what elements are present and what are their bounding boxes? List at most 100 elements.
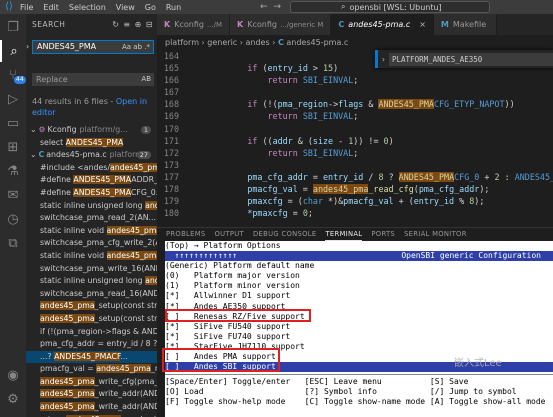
line-number: 181 <box>157 219 179 220</box>
result-match[interactable]: switchcase_pma_read_16(ANDES... <box>26 288 157 301</box>
match-prefix: #define <box>40 187 74 197</box>
testing-icon[interactable]: ⚗ <box>0 160 26 182</box>
timeline-icon[interactable]: ◷ <box>0 208 26 230</box>
code-editor[interactable]: 164 165 if (entry_id > 15) 166 return SBI_… <box>157 50 553 220</box>
match-suffix: _setup(const struc... <box>94 313 157 323</box>
result-match[interactable]: return andes45_pma_read_addr(... <box>26 414 157 417</box>
code-token: ( <box>257 63 268 74</box>
settings-gear-icon[interactable]: ⚙ <box>0 388 26 410</box>
breadcrumb-andes[interactable]: andes <box>246 38 270 47</box>
explorer-icon[interactable]: ❐ <box>0 16 26 38</box>
result-match[interactable]: switchcase_pma_write_16(ANDES... <box>26 263 157 276</box>
panel-tab-debug-console[interactable]: DEBUG CONSOLE <box>253 228 316 241</box>
breadcrumb-generic[interactable]: generic <box>207 38 237 47</box>
menuconfig-option[interactable]: (Generic) Platform default name <box>165 261 553 271</box>
code-token: = <box>307 171 323 182</box>
match-highlight: andes45_pma <box>96 364 151 374</box>
panel-tab-output[interactable]: OUTPUT <box>215 228 245 241</box>
code-token: pma_region <box>277 99 329 110</box>
result-match[interactable]: pmacfg_val = andes45_pma_rea... <box>26 363 157 376</box>
menu-edit[interactable]: Edit <box>43 3 59 12</box>
search-activity-icon[interactable]: ⌕ <box>0 40 26 62</box>
menuconfig-option[interactable]: [*] SiFive FU540 support <box>165 322 553 332</box>
line-number: 180 <box>163 208 179 219</box>
menu-file[interactable]: File <box>20 3 33 12</box>
line-number: 171 <box>163 135 179 146</box>
panel-tab-ports[interactable]: PORTS <box>371 228 395 241</box>
menu-selection[interactable]: Selection <box>69 3 106 12</box>
result-match[interactable]: switchcase_pma_cfg_write_2(AN <box>26 237 157 250</box>
source-control-icon[interactable]: ⑂ 44 <box>0 64 26 86</box>
editor-tab[interactable]: K Kconfig .../M <box>157 14 231 35</box>
search-options[interactable]: Aa ab .* <box>122 41 150 53</box>
toggle-replace-chevron-icon[interactable]: › <box>26 42 29 51</box>
new-search-editor-icon[interactable]: ⊕ <box>135 20 142 29</box>
result-match[interactable]: pma_cfg_addr = entry_id / 8 ? AN... <box>26 338 157 351</box>
editor-tab[interactable]: Candes45-pma.c × <box>331 14 434 35</box>
code-token: -> <box>328 99 339 110</box>
vscode-logo-icon: ⟨⟩ <box>5 1 13 12</box>
search-input[interactable]: ANDES45_PMA Aa ab .* <box>32 40 154 54</box>
panel-tab-terminal[interactable]: TERMINAL <box>325 228 363 241</box>
find-expand-chevron-icon[interactable]: › <box>382 55 385 64</box>
result-match[interactable]: andes45_pma_write_addr(ANDES... <box>26 401 157 414</box>
extensions-icon[interactable]: ⊞ <box>0 136 26 158</box>
result-match[interactable]: static inline void andes45_pma <box>26 250 157 263</box>
panel-tab-serial-monitor[interactable]: SERIAL MONITOR <box>404 228 467 241</box>
menu-run[interactable]: Run <box>166 3 181 12</box>
breadcrumb-file[interactable]: andes45-pma.c <box>286 38 348 47</box>
menuconfig-help-line: [O] Load [?] Symbol info [/] Jump to sym… <box>165 387 517 397</box>
result-match[interactable]: andes45_pma_setup(const struc... <box>26 313 157 326</box>
breadcrumb-platform[interactable]: platform <box>165 38 199 47</box>
forward-arrow-icon[interactable]: → <box>274 2 282 12</box>
result-match[interactable]: ...? ANDES45_PMACF... <box>26 350 157 364</box>
result-match[interactable]: static inline unsigned long ande <box>26 275 157 288</box>
result-match[interactable]: #include <andes/andes45_pma... <box>26 162 157 175</box>
chat-icon[interactable]: ✉ <box>0 184 26 206</box>
result-match[interactable]: if (!(pma_region->flags & ANDES... <box>26 326 157 339</box>
account-icon[interactable]: ◉ <box>0 364 26 386</box>
match-highlight: ANDES45_PMA <box>65 137 124 147</box>
result-match[interactable]: static inline void andes45_pma <box>26 225 157 238</box>
result-match[interactable]: static inline unsigned long and <box>26 200 157 213</box>
title-bar: ⟨⟩ File Edit Selection View Go Run ← → ⌕… <box>0 0 553 14</box>
editor-tab[interactable]: K Kconfig .../generic M <box>230 14 332 35</box>
back-arrow-icon[interactable]: ← <box>260 2 268 12</box>
editor-tab[interactable]: M Makefile <box>433 14 498 35</box>
result-file-name: Kconfig <box>47 125 77 134</box>
chevron-down-icon[interactable]: ⌄ <box>30 150 37 159</box>
terminal[interactable]: (Top) → Platform Options ↑↑↑↑↑↑↑↑↑↑↑↑↑ Op… <box>165 241 553 417</box>
docker-icon[interactable]: ⧉ <box>0 232 26 254</box>
menuconfig-option[interactable]: [*] SiFive FU740 support <box>165 332 553 342</box>
preserve-case-toggle[interactable]: AB <box>141 73 151 86</box>
run-debug-icon[interactable]: ▷ <box>0 88 26 110</box>
result-match[interactable]: select ANDES45_PMA <box>26 137 157 150</box>
collapse-all-icon[interactable]: ⊟ <box>146 20 153 29</box>
refresh-icon[interactable]: ↻ <box>112 20 119 29</box>
clear-results-icon[interactable]: ≡ <box>123 20 130 29</box>
chevron-down-icon[interactable]: ⌄ <box>30 125 37 134</box>
panel-tab-problems[interactable]: PROBLEMS <box>166 228 206 241</box>
menuconfig-option[interactable]: (0) Platform major version <box>165 271 553 281</box>
result-match[interactable]: andes45_pma_write_cfg(pma_cf... <box>26 376 157 389</box>
menu-go[interactable]: Go <box>145 3 156 12</box>
menuconfig-option[interactable]: [*] Allwinner D1 support <box>165 291 553 301</box>
result-match[interactable]: andes45_pma_write_addr(ANDE... <box>26 388 157 401</box>
command-center-search[interactable]: ⌕ opensbi [WSL: Ubuntu] <box>290 1 490 13</box>
code-line: 181 *pmaxcfg |= pma_region->flags; <box>157 219 553 220</box>
find-input[interactable]: PLATFORM_ANDES_AE350 <box>389 52 553 66</box>
result-match[interactable]: switchcase_pma_read_2(AN... <box>26 212 157 225</box>
menu-view[interactable]: View <box>116 3 135 12</box>
code-token: CFG_0 <box>454 171 480 182</box>
close-icon[interactable]: × <box>419 20 426 29</box>
result-match[interactable]: #define ANDES45_PMAADDR_05... <box>26 174 157 187</box>
result-match[interactable]: #define ANDES45_PMACFG_0... <box>26 187 157 200</box>
code-token: = <box>297 184 313 195</box>
remote-explorer-icon[interactable]: ▭ <box>0 112 26 134</box>
result-file[interactable]: ⌄ ⚙ Kconfig platform/g... 1 <box>26 124 157 137</box>
replace-input[interactable]: Replace AB <box>32 73 154 86</box>
result-file[interactable]: ⌄ Candes45-pma.c platform... 27 <box>26 149 157 162</box>
menuconfig-option[interactable]: (1) Platform minor version <box>165 281 553 291</box>
result-match[interactable]: andes45_pma_setup(const struc... <box>26 300 157 313</box>
